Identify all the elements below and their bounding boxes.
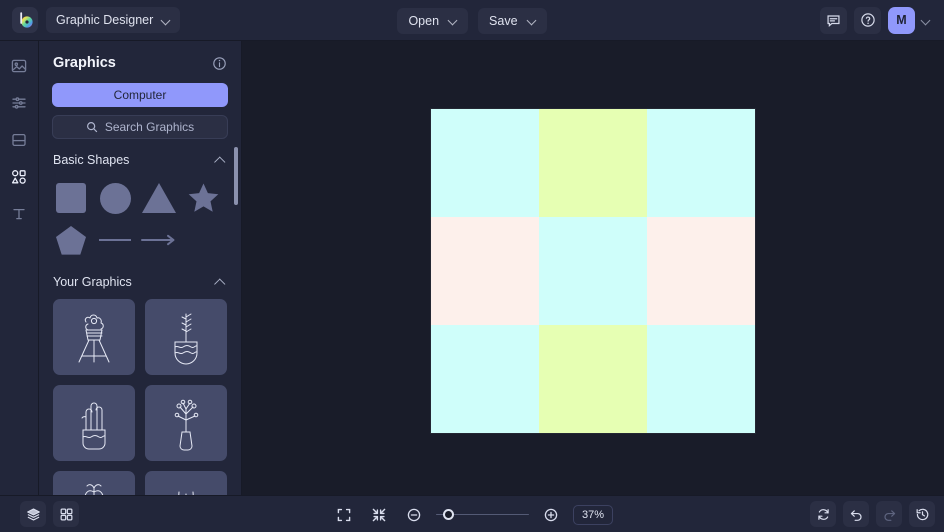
app-header: Graphic Designer Open Save M	[0, 0, 944, 41]
graphics-panel: Graphics Computer Search Graphics Basic …	[39, 41, 242, 495]
reset-rotate-icon[interactable]	[810, 501, 836, 527]
grid-cell[interactable]	[431, 109, 539, 217]
sidebar-item-adjustments[interactable]	[4, 88, 34, 118]
zoom-in-icon[interactable]	[538, 502, 564, 528]
header-right-actions: M	[820, 6, 936, 34]
zoom-controls: 37%	[0, 496, 944, 532]
sidebar-item-text[interactable]	[4, 199, 34, 229]
zoom-level-badge[interactable]: 37%	[573, 504, 613, 525]
save-button[interactable]: Save	[478, 7, 547, 34]
app-body: Graphics Computer Search Graphics Basic …	[0, 41, 944, 495]
avatar-initial: M	[896, 13, 907, 27]
search-icon	[86, 121, 98, 133]
basic-shapes-label: Basic Shapes	[53, 153, 130, 167]
help-circle-icon[interactable]	[854, 6, 881, 34]
canvas-area[interactable]	[242, 41, 944, 495]
save-button-label: Save	[489, 13, 518, 28]
document-title-label: Graphic Designer	[56, 13, 154, 27]
sidebar-item-layouts[interactable]	[4, 125, 34, 155]
your-graphics-grid	[39, 289, 241, 495]
grid-cell[interactable]	[539, 109, 647, 217]
tool-rail	[0, 41, 39, 495]
sidebar-item-graphics[interactable]	[4, 162, 34, 192]
grid-cell[interactable]	[431, 217, 539, 325]
your-graphics-section-header[interactable]: Your Graphics	[39, 261, 241, 289]
search-graphics-input[interactable]: Search Graphics	[52, 115, 228, 139]
panel-scrollbar[interactable]	[234, 147, 238, 205]
open-button-label: Open	[408, 13, 440, 28]
circle-shape[interactable]	[93, 177, 137, 219]
color-wheel-logo-icon[interactable]	[12, 7, 38, 33]
plant-on-stand-graphic[interactable]	[53, 299, 135, 375]
document-title-dropdown[interactable]: Graphic Designer	[46, 7, 181, 33]
zoom-slider[interactable]	[436, 508, 529, 522]
history-clock-icon[interactable]	[909, 501, 935, 527]
sidebar-item-images[interactable]	[4, 51, 34, 81]
app-window: Graphic Designer Open Save M Graphics Co…	[0, 0, 944, 532]
info-icon[interactable]	[212, 56, 227, 71]
sprout-in-pot-graphic[interactable]	[145, 299, 227, 375]
artboard[interactable]	[431, 109, 755, 433]
dried-flowers-vase-graphic[interactable]	[145, 385, 227, 461]
basic-shapes-section-header[interactable]: Basic Shapes	[39, 139, 241, 167]
grid-cell[interactable]	[539, 217, 647, 325]
arrow-shape[interactable]	[137, 219, 181, 261]
square-shape[interactable]	[49, 177, 93, 219]
chevron-up-icon[interactable]	[215, 155, 225, 165]
app-footer: 37%	[0, 495, 944, 532]
computer-button[interactable]: Computer	[52, 83, 228, 107]
pentagon-shape[interactable]	[49, 219, 93, 261]
your-graphics-label: Your Graphics	[53, 275, 132, 289]
triangle-shape[interactable]	[137, 177, 181, 219]
chevron-up-icon[interactable]	[215, 277, 225, 287]
grid-icon[interactable]	[53, 501, 79, 527]
basic-shapes-grid	[39, 167, 241, 261]
collapse-arrows-icon[interactable]	[366, 502, 392, 528]
grid-cell[interactable]	[647, 109, 755, 217]
footer-right-actions	[810, 501, 935, 527]
search-graphics-placeholder: Search Graphics	[104, 120, 195, 134]
line-shape[interactable]	[93, 219, 137, 261]
grid-cell[interactable]	[647, 325, 755, 433]
chevron-down-icon[interactable]	[921, 16, 930, 25]
avatar[interactable]: M	[888, 6, 915, 34]
panel-header: Graphics	[39, 41, 241, 71]
star-shape[interactable]	[181, 177, 225, 219]
grid-cell[interactable]	[431, 325, 539, 433]
fit-to-screen-icon[interactable]	[331, 502, 357, 528]
chevron-down-icon	[161, 16, 170, 25]
cactus-in-pot-graphic[interactable]	[53, 385, 135, 461]
spider-plant-graphic[interactable]	[145, 471, 227, 495]
panel-scroll-region: Basic Shapes Your Graphics	[39, 139, 241, 495]
chevron-down-icon	[527, 16, 536, 25]
page-title: Graphics	[53, 55, 116, 71]
fern-in-pot-graphic[interactable]	[53, 471, 135, 495]
grid-cell[interactable]	[647, 217, 755, 325]
grid-cell[interactable]	[539, 325, 647, 433]
open-button[interactable]: Open	[397, 7, 469, 34]
undo-icon[interactable]	[843, 501, 869, 527]
footer-left-actions	[20, 501, 79, 527]
zoom-out-icon[interactable]	[401, 502, 427, 528]
layers-icon[interactable]	[20, 501, 46, 527]
comment-icon[interactable]	[820, 6, 847, 34]
chevron-down-icon	[448, 16, 457, 25]
zoom-slider-handle[interactable]	[442, 509, 454, 520]
redo-icon[interactable]	[876, 501, 902, 527]
